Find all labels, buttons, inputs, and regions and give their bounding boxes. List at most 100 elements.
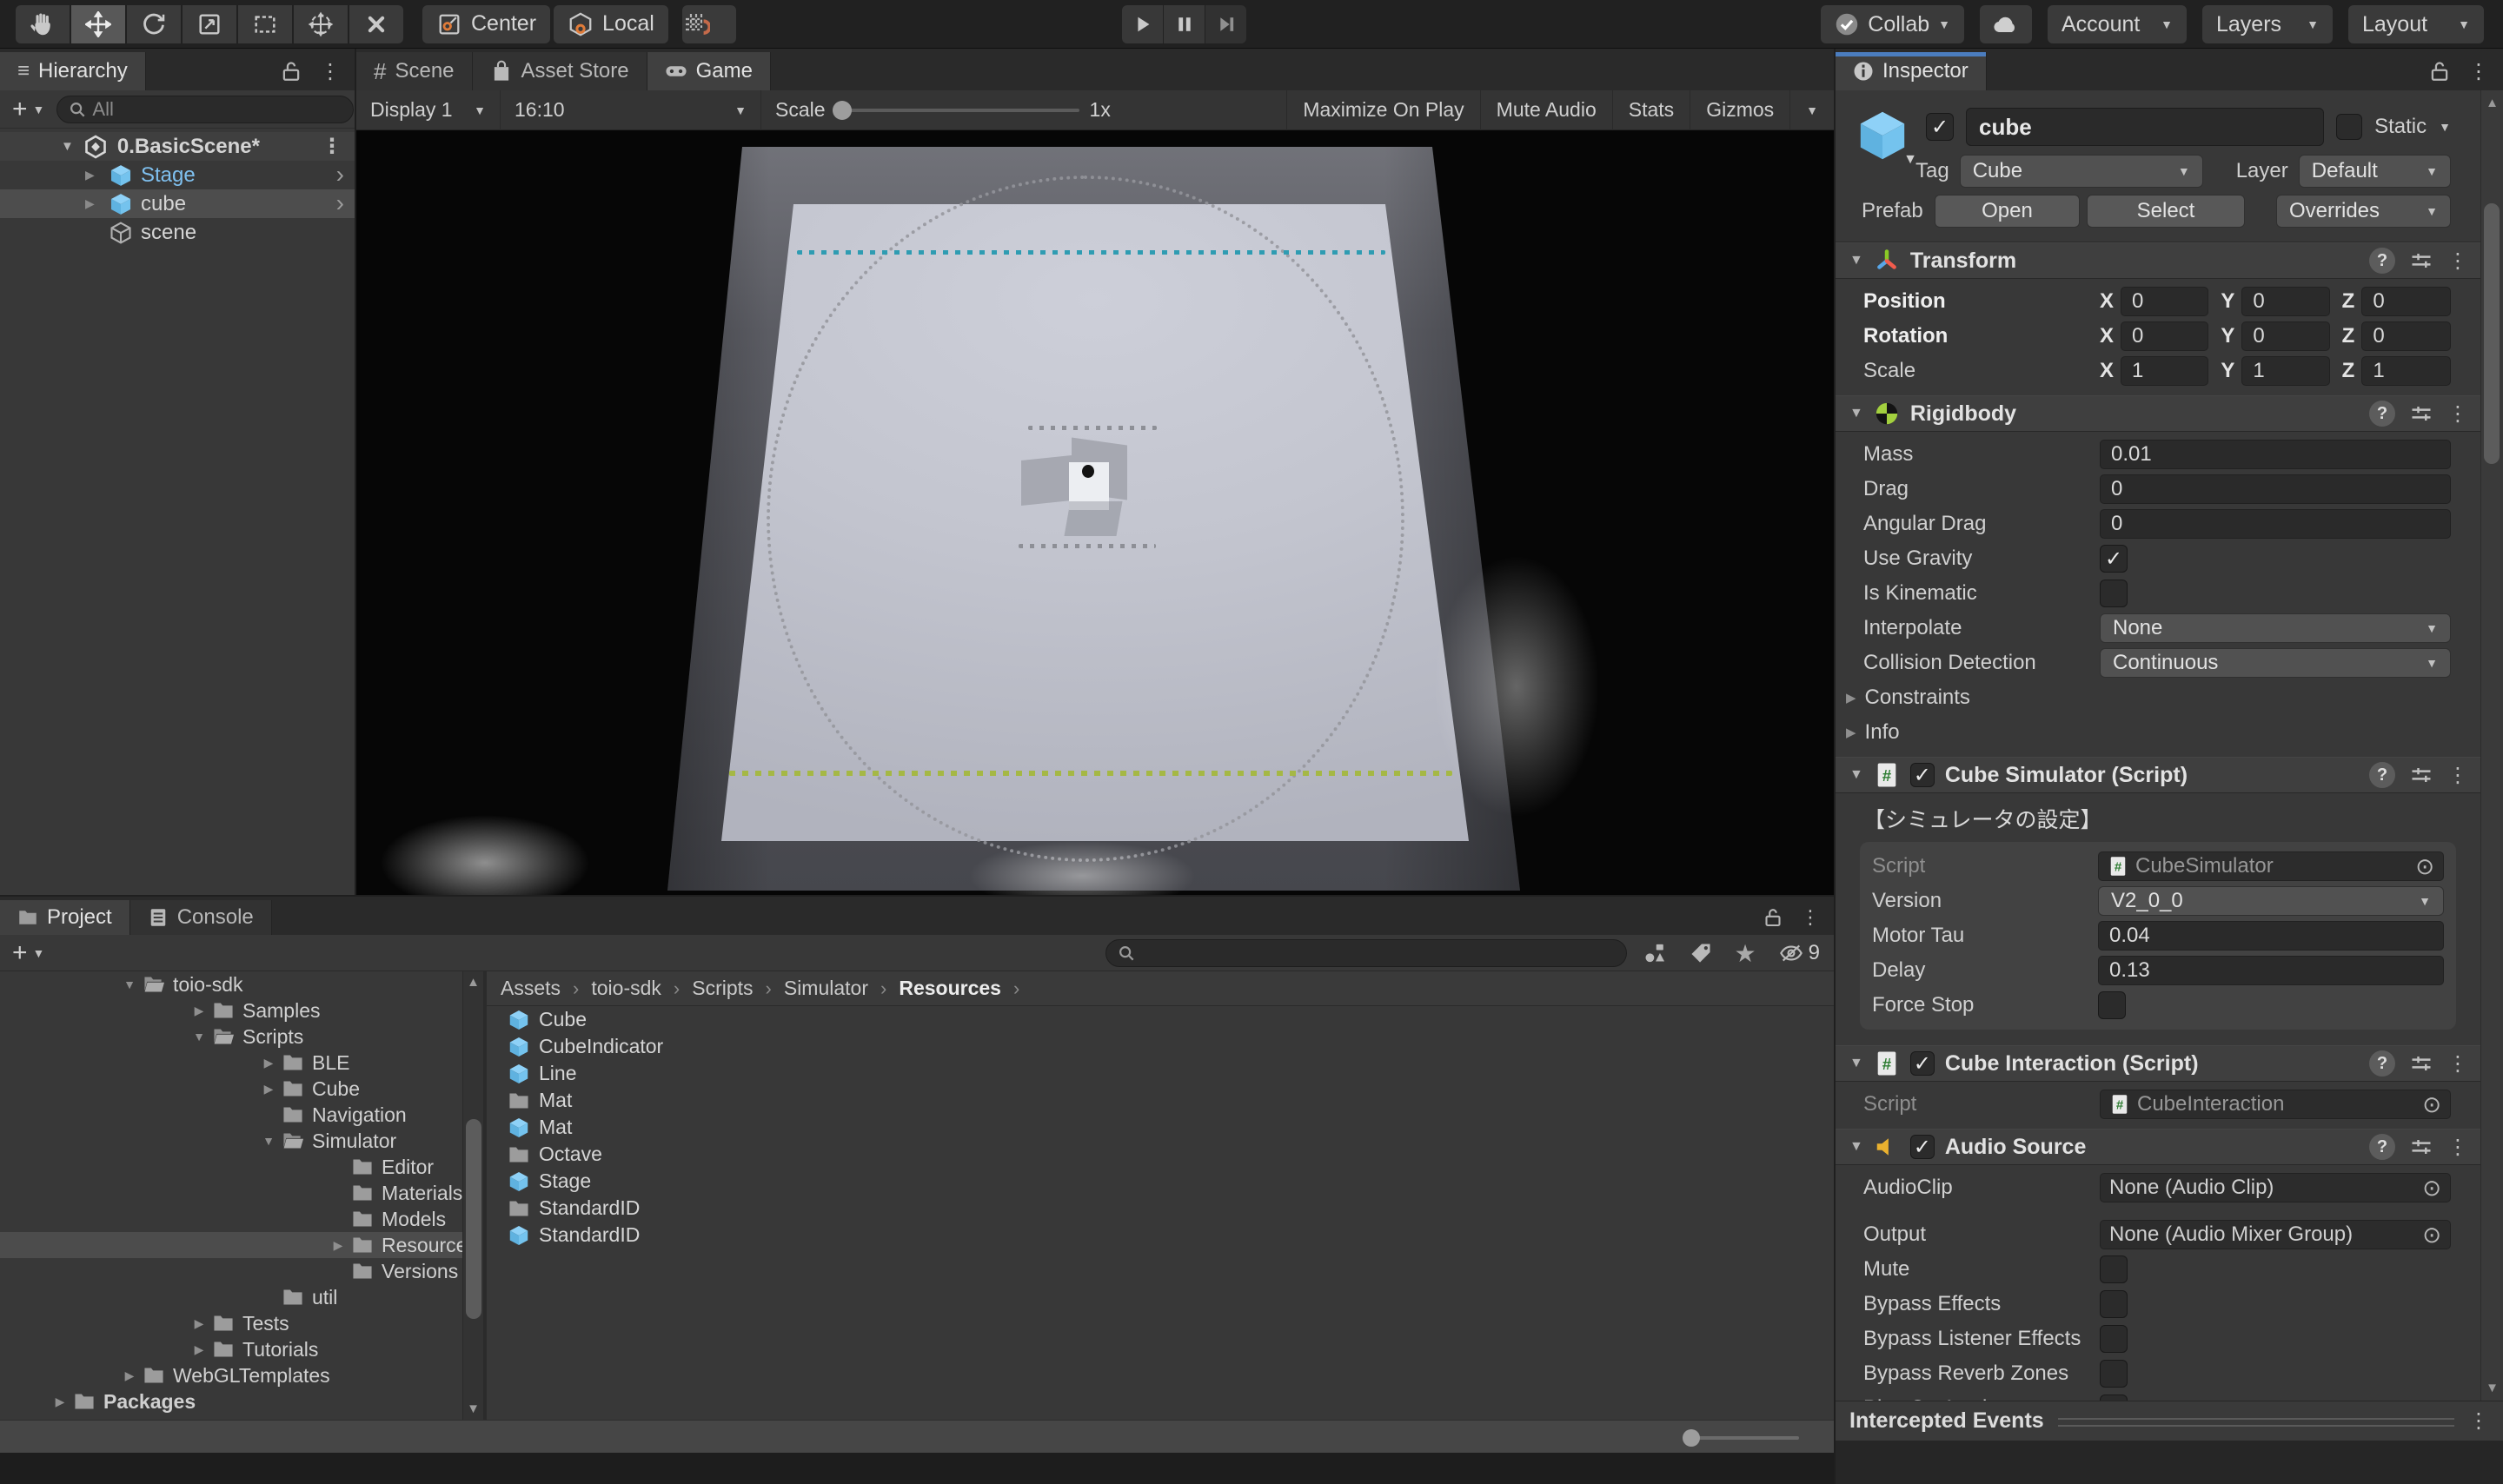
foldout-open-icon[interactable]: ▼: [256, 1134, 282, 1148]
create-button[interactable]: +▼: [12, 95, 44, 124]
tree-item-tutorials[interactable]: ▶Tutorials: [0, 1336, 462, 1362]
rotate-tool-button[interactable]: [127, 5, 181, 43]
foldout-open-icon[interactable]: ▼: [1849, 1056, 1863, 1071]
mass-input[interactable]: 0.01: [2100, 440, 2451, 469]
version-dropdown[interactable]: V2_0_0▼: [2098, 886, 2444, 916]
bypass-listener-effects-checkbox[interactable]: [2100, 1325, 2128, 1353]
tab-scene[interactable]: # Scene: [356, 52, 473, 90]
hierarchy-item-scene[interactable]: scene: [0, 218, 355, 247]
breadcrumb-resources[interactable]: Resources: [899, 977, 1001, 1000]
kebab-menu-icon[interactable]: ⋮: [2447, 1051, 2468, 1077]
foldout-open-icon[interactable]: ▼: [1849, 253, 1863, 268]
tree-item-models[interactable]: Models: [0, 1206, 462, 1232]
scroll-up-icon[interactable]: ▲: [463, 975, 483, 990]
asset-mat[interactable]: Mat: [487, 1087, 1834, 1114]
orientation-mode-button[interactable]: Local: [554, 5, 668, 43]
tab-inspector[interactable]: Inspector: [1836, 52, 1987, 90]
hierarchy-search[interactable]: [56, 96, 354, 123]
intercepted-events-bar[interactable]: Intercepted Events ⋮: [1836, 1401, 2503, 1441]
asset-standardid[interactable]: StandardID: [487, 1222, 1834, 1249]
prefab-overrides-dropdown[interactable]: Overrides ▼: [2276, 195, 2451, 228]
drag-handle[interactable]: [2058, 1418, 2454, 1427]
tree-item-cube[interactable]: ▶Cube: [0, 1076, 462, 1102]
z-input[interactable]: 0: [2361, 287, 2451, 316]
play-button[interactable]: [1122, 5, 1163, 43]
tree-item-scripts[interactable]: ▼Scripts: [0, 1024, 462, 1050]
y-input[interactable]: 0: [2241, 287, 2329, 316]
tree-item-util[interactable]: util: [0, 1284, 462, 1310]
icon-size-slider[interactable]: [1686, 1436, 1799, 1440]
hierarchy-item-stage[interactable]: ▶Stage›: [0, 161, 355, 189]
kebab-menu-icon[interactable]: ⋮: [2447, 1135, 2468, 1160]
scroll-down-icon[interactable]: ▼: [463, 1401, 483, 1416]
tree-item-ble[interactable]: ▶BLE: [0, 1050, 462, 1076]
move-tool-button[interactable]: [71, 5, 125, 43]
tree-scrollbar[interactable]: ▲ ▼: [462, 971, 483, 1420]
bypass-reverb-zones-checkbox[interactable]: [2100, 1360, 2128, 1388]
audio-source-enabled-checkbox[interactable]: [1910, 1135, 1935, 1159]
collision-detection-dropdown[interactable]: Continuous▼: [2100, 648, 2451, 678]
bypass-effects-checkbox[interactable]: [2100, 1290, 2128, 1318]
tree-item-navigation[interactable]: Navigation: [0, 1102, 462, 1128]
lock-icon[interactable]: [280, 60, 302, 83]
scroll-up-icon[interactable]: ▲: [2481, 96, 2503, 110]
foldout-closed-icon[interactable]: ▶: [186, 1342, 212, 1357]
script-object-field[interactable]: #CubeInteraction⊙: [2100, 1090, 2451, 1119]
tree-item-resources[interactable]: ▶Resources: [0, 1232, 462, 1258]
hidden-items-toggle[interactable]: 9: [1779, 941, 1820, 965]
search-by-type-icon[interactable]: [1643, 941, 1667, 965]
kebab-menu-icon[interactable]: ⋮: [2468, 1408, 2489, 1434]
inspector-scrollbar[interactable]: ▲ ▼: [2480, 90, 2503, 1401]
pause-button[interactable]: [1164, 5, 1205, 43]
custom-tools-button[interactable]: [349, 5, 403, 43]
pivot-mode-button[interactable]: Center: [422, 5, 550, 43]
gameobject-name-field[interactable]: [1966, 108, 2324, 146]
audioclip-object-field[interactable]: None (Audio Clip)⊙: [2100, 1173, 2451, 1202]
tree-item-samples[interactable]: ▶Samples: [0, 997, 462, 1024]
tab-project[interactable]: Project: [0, 900, 130, 935]
kebab-menu-icon[interactable]: ⋮: [2447, 401, 2468, 427]
breadcrumb-assets[interactable]: Assets: [501, 977, 561, 1000]
foldout-closed-icon[interactable]: ▶: [85, 196, 101, 211]
scale-slider[interactable]: [836, 109, 1079, 112]
hierarchy-scene-row[interactable]: ▼0.BasicScene*⋮: [0, 132, 355, 161]
scrollbar-thumb[interactable]: [466, 1119, 481, 1319]
step-button[interactable]: [1205, 5, 1246, 43]
cube-interaction-enabled-checkbox[interactable]: [1910, 1051, 1935, 1076]
tree-item-toio-sdk[interactable]: ▼toio-sdk: [0, 971, 462, 997]
breadcrumb-toio-sdk[interactable]: toio-sdk: [591, 977, 661, 1000]
script-object-field[interactable]: #CubeSimulator⊙: [2098, 851, 2444, 881]
tree-item-packages[interactable]: ▶Packages: [0, 1388, 462, 1414]
prefab-open-button[interactable]: Open: [1935, 195, 2080, 228]
project-search-input[interactable]: [1143, 942, 1616, 964]
favorites-star-icon[interactable]: ★: [1735, 939, 1756, 968]
layout-dropdown[interactable]: Layout ▼: [2348, 5, 2484, 43]
object-picker-icon[interactable]: ⊙: [2422, 1222, 2441, 1249]
force-stop-checkbox[interactable]: [2098, 991, 2126, 1019]
foldout-open-icon[interactable]: ▼: [116, 977, 143, 991]
kebab-menu-icon[interactable]: ⋮: [320, 59, 341, 84]
asset-cubeindicator[interactable]: CubeIndicator: [487, 1033, 1834, 1060]
component-header-cube-interaction[interactable]: ▼#Cube Interaction (Script)?⋮: [1836, 1045, 2482, 1082]
scale-slider-knob[interactable]: [833, 101, 852, 120]
kebab-menu-icon[interactable]: ⋮: [1801, 906, 1820, 929]
transform-tool-button[interactable]: [294, 5, 348, 43]
collab-button[interactable]: Collab ▼: [1821, 5, 1964, 43]
mute-audio-button[interactable]: Mute Audio: [1480, 90, 1612, 130]
foldout-closed-icon[interactable]: ▶: [186, 1316, 212, 1331]
stats-button[interactable]: Stats: [1612, 90, 1690, 130]
object-picker-icon[interactable]: ⊙: [2422, 1091, 2441, 1118]
foldout-closed-icon[interactable]: ▶: [116, 1368, 143, 1383]
scale-tool-button[interactable]: [183, 5, 236, 43]
foldout-open-icon[interactable]: ▼: [1849, 1139, 1863, 1155]
chevron-down-icon[interactable]: ▼: [2439, 120, 2451, 134]
lock-icon[interactable]: [1763, 907, 1783, 928]
component-header-cube-simulator[interactable]: ▼#Cube Simulator (Script)?⋮: [1836, 757, 2482, 793]
kebab-menu-icon[interactable]: ⋮: [2447, 763, 2468, 788]
z-input[interactable]: 0: [2361, 321, 2451, 351]
foldout-open-icon[interactable]: ▼: [186, 1030, 212, 1043]
is-kinematic-checkbox[interactable]: [2100, 580, 2128, 607]
breadcrumb-simulator[interactable]: Simulator: [784, 977, 868, 1000]
hand-tool-button[interactable]: [16, 5, 70, 43]
x-input[interactable]: 0: [2121, 321, 2208, 351]
